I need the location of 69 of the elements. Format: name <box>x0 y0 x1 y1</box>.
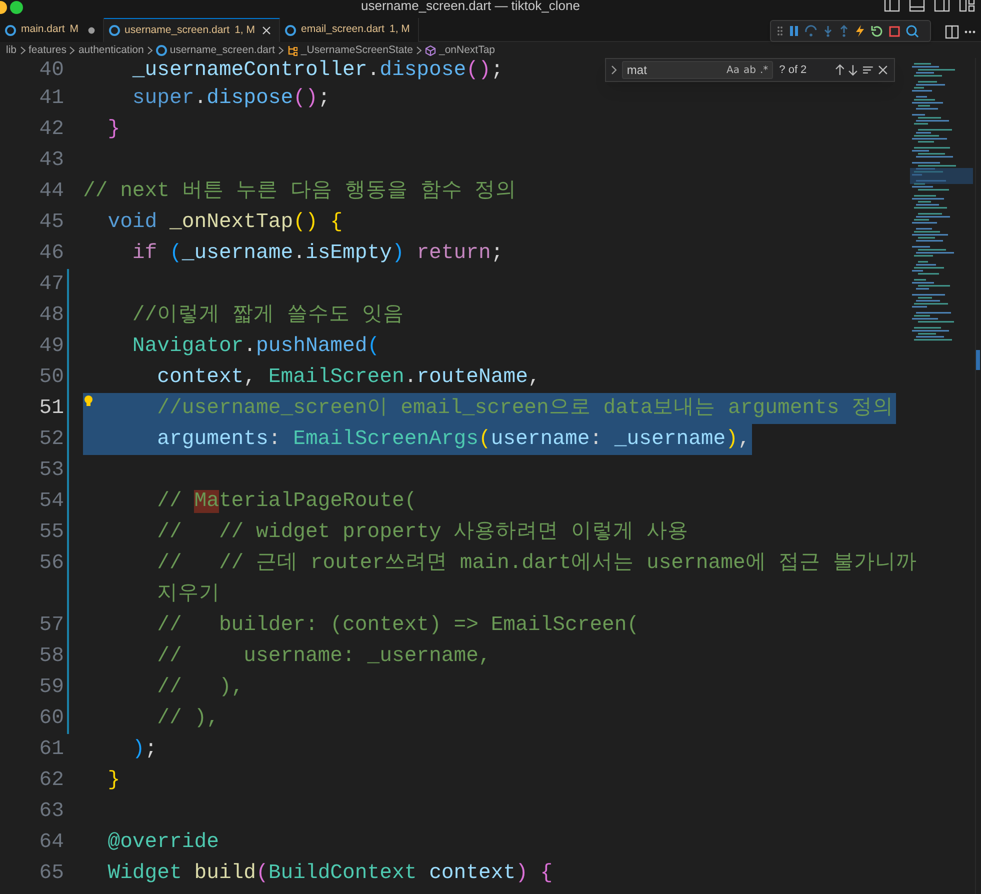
line-number: 40 <box>39 59 64 82</box>
line-number: 58 <box>39 645 64 668</box>
editor-tab[interactable]: email_screen.dart 1, M <box>280 18 419 42</box>
find-input-text: mat <box>626 62 648 79</box>
line-number: 53 <box>39 459 64 482</box>
line-number: 54 <box>39 490 64 513</box>
find-option-toggle[interactable]: ab <box>743 62 756 78</box>
code-line: } <box>106 768 122 794</box>
code-line: _usernameController.dispose(); <box>131 58 504 83</box>
line-number: 43 <box>39 149 64 172</box>
git-status: 1, M <box>234 22 256 38</box>
code-line: // // 근데 router쓰려면 main.dart에서는 username에 접근 불가니까 <box>156 551 918 577</box>
find-input-field[interactable]: mat Aa ab .* <box>622 61 774 79</box>
breadcrumb-item[interactable]: _UsernameScreenState <box>300 44 413 56</box>
line-number: 57 <box>39 614 64 637</box>
code-line: 지우기 <box>156 582 222 608</box>
line-number: 56 <box>39 552 64 575</box>
git-status: 1, M <box>389 22 410 38</box>
line-number: 62 <box>39 769 64 792</box>
tab-label: email_screen.dart <box>301 22 384 38</box>
match-count: ? of 2 <box>779 62 808 78</box>
git-status: M <box>70 22 79 38</box>
find-option-toggle[interactable]: .* <box>760 62 768 78</box>
tab-label: username_screen.dart <box>124 22 230 38</box>
line-number: 47 <box>39 273 64 296</box>
line-number: 60 <box>39 707 64 730</box>
line-number: 48 <box>39 304 64 327</box>
code-line: @override <box>106 830 220 856</box>
code-line: // ), <box>156 675 245 701</box>
code-line: // builder: (context) => EmailScreen( <box>156 613 640 639</box>
editor-tab[interactable]: main.dart M <box>0 18 104 42</box>
breadcrumb-item[interactable]: features <box>28 44 66 56</box>
code-line: ); <box>131 737 158 763</box>
window-title: username_screen.dart — tiktok_clone <box>361 0 580 13</box>
line-number: 41 <box>39 87 64 110</box>
code-line: } <box>106 117 122 143</box>
line-number: 59 <box>39 676 64 699</box>
code-line: context, EmailScreen.routeName, <box>156 365 542 391</box>
line-number: 61 <box>39 738 64 761</box>
line-number: 50 <box>39 366 64 389</box>
line-number: 44 <box>39 180 64 203</box>
find-option-toggle[interactable]: Aa <box>726 62 740 78</box>
breadcrumb-item[interactable]: lib <box>6 44 17 56</box>
code-line: // // widget property 사용하려면 이렇게 사용 <box>156 520 690 546</box>
code-line: // username: _username, <box>156 644 492 670</box>
code-line: // ), <box>156 706 220 732</box>
code-line: // MaterialPageRoute( <box>156 489 418 515</box>
line-number: 65 <box>39 862 64 885</box>
code-line: Widget build(BuildContext context) { <box>106 861 554 887</box>
line-number: 42 <box>39 118 64 141</box>
line-number: 55 <box>39 521 64 544</box>
breadcrumb-item[interactable]: username_screen.dart <box>170 44 275 56</box>
code-line: // next 버튼 누른 다음 행동을 함수 정의 <box>83 179 518 205</box>
breadcrumb-item[interactable]: _onNextTap <box>438 44 496 56</box>
editor-tab[interactable]: username_screen.dart 1, M <box>104 18 280 42</box>
code-line: super.dispose(); <box>131 86 332 112</box>
breadcrumb-item[interactable]: authentication <box>78 44 144 56</box>
line-number: 45 <box>39 211 64 234</box>
line-number: 51 <box>39 397 64 420</box>
code-line: Navigator.pushNamed( <box>131 334 381 360</box>
line-number: 46 <box>39 242 64 265</box>
code-line: void _onNextTap() { <box>106 210 344 236</box>
code-line: if (_username.isEmpty) return; <box>131 241 504 267</box>
line-number: 52 <box>39 428 64 451</box>
line-number: 63 <box>39 800 64 823</box>
line-number: 64 <box>39 831 64 854</box>
code-line: //이렇게 짧게 쓸수도 잇음 <box>131 303 406 329</box>
tab-label: main.dart <box>21 22 65 38</box>
line-number: 49 <box>39 335 64 358</box>
